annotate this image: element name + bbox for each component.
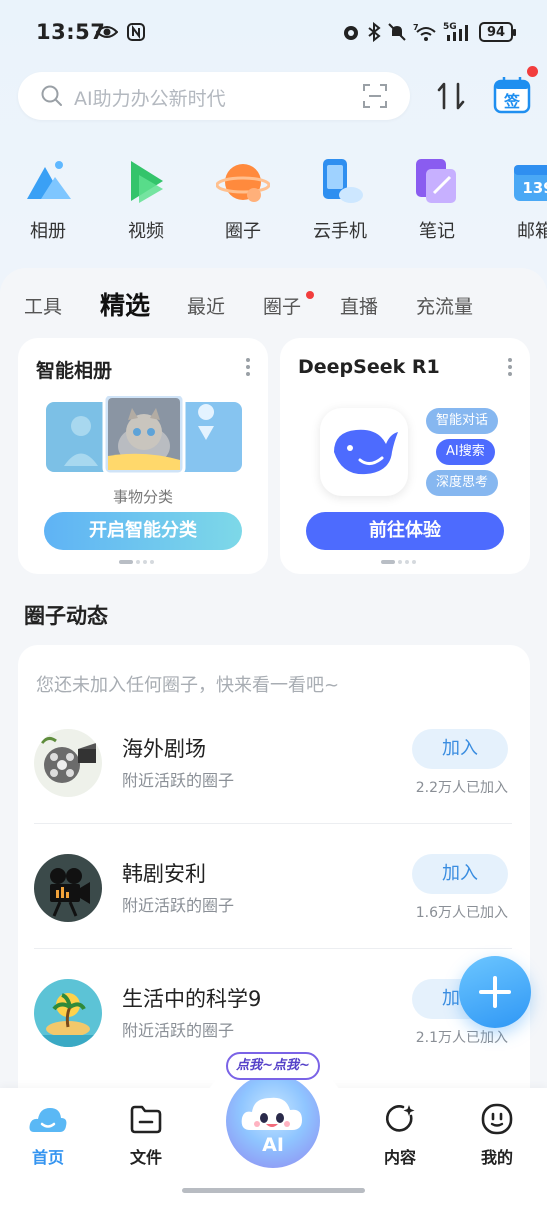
bluetooth-icon bbox=[368, 22, 381, 42]
wifi-icon: 7 bbox=[413, 23, 436, 41]
sort-icon[interactable] bbox=[436, 80, 466, 112]
tab-bar: 工具 精选 最近 圈子 直播 充流量 bbox=[0, 282, 547, 326]
nav-home[interactable]: 首页 bbox=[8, 1102, 88, 1168]
circle-desc: 附近活跃的圈子 bbox=[122, 1021, 235, 1040]
nav-profile[interactable]: 我的 bbox=[457, 1102, 537, 1168]
nav-content[interactable]: 内容 bbox=[360, 1102, 440, 1168]
tab-circle[interactable]: 圈子 bbox=[263, 292, 301, 319]
list-item[interactable]: 海外剧场 附近活跃的圈子 加入 2.2万人已加入 bbox=[34, 715, 514, 839]
video-icon bbox=[131, 161, 163, 203]
photo-preview bbox=[46, 392, 242, 476]
whale-icon bbox=[334, 429, 398, 475]
circle-name: 韩剧安利 bbox=[122, 862, 206, 886]
content-icon bbox=[385, 1105, 415, 1132]
circle-list: 您还未加入任何圈子，快来看一看吧~ 海外剧场 附近活跃的圈子 加入 2.2万人已… bbox=[18, 645, 530, 1115]
mail-icon: 139 bbox=[514, 165, 547, 201]
search-bar[interactable]: AI助力办公新时代 bbox=[18, 72, 410, 120]
try-now-button[interactable]: 前往体验 bbox=[306, 512, 504, 550]
profile-icon bbox=[481, 1103, 513, 1135]
eye-icon bbox=[96, 26, 118, 38]
circle-name: 海外剧场 bbox=[122, 737, 206, 761]
home-cloud-icon bbox=[29, 1108, 67, 1132]
signal-icon: 5G bbox=[443, 22, 468, 41]
cloud-phone-icon bbox=[323, 159, 363, 203]
photo-stack-image bbox=[46, 392, 242, 476]
card-title: 智能相册 bbox=[36, 360, 113, 382]
home-indicator[interactable] bbox=[182, 1188, 365, 1193]
card-pager bbox=[119, 560, 154, 564]
shortcut-mail[interactable]: 139 邮箱 bbox=[495, 155, 547, 243]
shortcut-circle[interactable]: 圈子 bbox=[203, 155, 283, 243]
status-bar: 13:57 7 5G 94 bbox=[0, 0, 547, 64]
join-button[interactable]: 加入 bbox=[412, 854, 508, 894]
member-count: 1.6万人已加入 bbox=[415, 905, 508, 921]
scan-icon[interactable] bbox=[362, 83, 388, 109]
circle-desc: 附近活跃的圈子 bbox=[122, 896, 235, 915]
member-count: 2.2万人已加入 bbox=[415, 780, 508, 796]
section-title: 圈子动态 bbox=[24, 604, 108, 628]
card-subtitle: 事物分类 bbox=[112, 488, 173, 506]
alarm-icon bbox=[344, 26, 358, 40]
shortcut-video[interactable]: 视频 bbox=[106, 155, 186, 243]
island-icon bbox=[34, 979, 102, 1047]
svg-text:签: 签 bbox=[503, 92, 521, 111]
mute-icon bbox=[388, 23, 406, 41]
tab-featured[interactable]: 精选 bbox=[100, 286, 150, 322]
shortcut-grid: 相册 视频 圈子 云手机 笔记 139 邮箱 bbox=[0, 155, 547, 255]
divider bbox=[34, 948, 512, 949]
list-item[interactable]: 韩剧安利 附近活跃的圈子 加入 1.6万人已加入 bbox=[34, 840, 514, 964]
album-icon bbox=[27, 161, 71, 199]
shortcut-cloud-phone[interactable]: 云手机 bbox=[300, 155, 380, 243]
search-icon bbox=[41, 85, 62, 106]
shortcut-note[interactable]: 笔记 bbox=[397, 155, 477, 243]
tag-deep-think: 深度思考 bbox=[426, 470, 499, 496]
notification-dot bbox=[527, 66, 538, 77]
add-button[interactable] bbox=[459, 956, 531, 1028]
svg-text:139: 139 bbox=[522, 179, 547, 197]
tab-live[interactable]: 直播 bbox=[340, 292, 378, 319]
smart-album-card[interactable]: 智能相册 事物分类 开启智能分类 bbox=[18, 338, 268, 574]
nfc-icon bbox=[127, 23, 145, 41]
status-time: 13:57 bbox=[36, 20, 106, 44]
more-icon[interactable] bbox=[508, 358, 512, 376]
join-button[interactable]: 加入 bbox=[412, 729, 508, 769]
battery-icon: 94 bbox=[479, 22, 516, 42]
status-right-icons: 7 5G 94 bbox=[341, 21, 516, 43]
more-icon[interactable] bbox=[246, 358, 250, 376]
folder-icon bbox=[130, 1105, 162, 1134]
shortcut-album[interactable]: 相册 bbox=[8, 155, 88, 243]
plus-icon bbox=[479, 976, 511, 1008]
card-title: DeepSeek R1 bbox=[298, 356, 440, 378]
circle-name: 生活中的科学9 bbox=[122, 987, 262, 1011]
tab-recent[interactable]: 最近 bbox=[187, 292, 225, 319]
tab-circle-dot bbox=[306, 291, 314, 299]
ai-assistant-button[interactable]: AI bbox=[226, 1074, 320, 1168]
deepseek-card[interactable]: DeepSeek R1 智能对话 AI搜索 深度思考 前往体验 bbox=[280, 338, 530, 574]
circle-desc: 附近活跃的圈子 bbox=[122, 771, 235, 790]
enable-smart-sort-button[interactable]: 开启智能分类 bbox=[44, 512, 242, 550]
tab-recharge[interactable]: 充流量 bbox=[416, 292, 473, 319]
film-reel-icon bbox=[34, 729, 102, 797]
circle-hint: 您还未加入任何圈子，快来看一看吧~ bbox=[36, 675, 340, 696]
card-pager bbox=[381, 560, 416, 564]
search-input[interactable]: AI助力办公新时代 bbox=[74, 84, 226, 111]
sign-in-icon[interactable]: 签 bbox=[493, 76, 531, 114]
ai-label: AI bbox=[262, 1134, 284, 1156]
svg-text:5G: 5G bbox=[443, 22, 457, 32]
member-count: 2.1万人已加入 bbox=[415, 1030, 508, 1046]
movie-camera-icon bbox=[34, 854, 102, 922]
circle-icon bbox=[216, 164, 270, 202]
ai-bubble[interactable]: 点我~点我~ bbox=[226, 1052, 320, 1080]
nav-files[interactable]: 文件 bbox=[106, 1102, 186, 1168]
note-icon bbox=[416, 159, 456, 203]
deepseek-logo bbox=[320, 408, 408, 496]
tag-smart-chat: 智能对话 bbox=[426, 408, 499, 434]
status-left-icons bbox=[96, 22, 146, 42]
divider bbox=[34, 823, 512, 824]
tag-ai-search: AI搜索 bbox=[436, 439, 495, 465]
tab-tools[interactable]: 工具 bbox=[24, 292, 62, 319]
